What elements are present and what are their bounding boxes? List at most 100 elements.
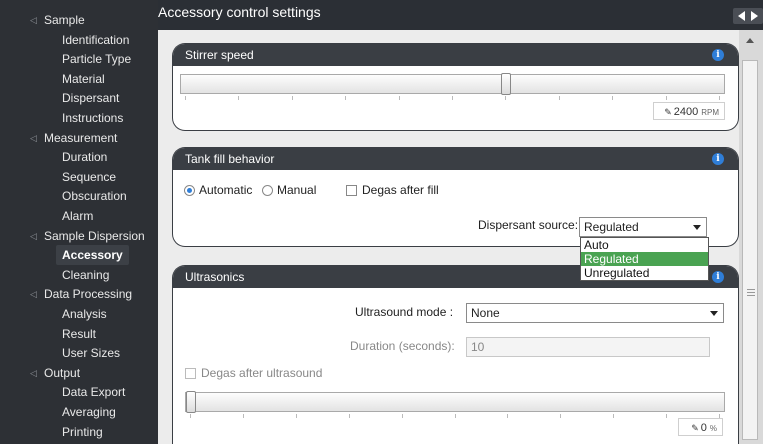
sidebar-item-label: Cleaning — [62, 268, 110, 282]
degas-after-fill-label[interactable]: Degas after fill — [362, 183, 439, 197]
slider-tick — [345, 96, 346, 100]
degas-after-fill-checkbox[interactable] — [346, 185, 357, 196]
ultrasonics-title: Ultrasonics — [185, 270, 245, 284]
ultrasound-power-slider-thumb[interactable] — [186, 391, 196, 413]
stirrer-speed-slider-thumb[interactable] — [501, 73, 511, 95]
sidebar-item-data-export[interactable]: Data Export — [62, 382, 125, 402]
sidebar-item-instructions[interactable]: Instructions — [62, 108, 123, 128]
sidebar: ◁ Sample Identification Particle Type Materi… — [0, 0, 158, 444]
page-title: Accessory control settings — [158, 4, 321, 20]
scrollbar[interactable] — [739, 30, 763, 444]
bullet-icon: ◁ — [30, 368, 37, 378]
sidebar-item-sample[interactable]: ◁ Sample — [30, 10, 85, 30]
ultrasound-power-ticks — [190, 414, 720, 419]
sidebar-item-measurement[interactable]: ◁ Measurement — [30, 128, 118, 148]
sidebar-item-particle-type[interactable]: Particle Type — [62, 49, 131, 69]
sidebar-item-label: Output — [44, 366, 81, 380]
sidebar-item-analysis[interactable]: Analysis — [62, 304, 107, 324]
duration-input[interactable]: 10 — [466, 337, 710, 357]
sidebar-item-user-sizes[interactable]: User Sizes — [62, 343, 120, 363]
degas-after-ultrasound-label[interactable]: Degas after ultrasound — [201, 366, 322, 380]
duration-value: 10 — [471, 340, 485, 354]
slider-tick — [296, 414, 297, 418]
sidebar-item-label: Identification — [62, 33, 130, 47]
slider-tick — [560, 414, 561, 418]
stirrer-speed-ticks — [185, 96, 720, 101]
sidebar-item-label: Data Processing — [44, 287, 133, 301]
sidebar-item-label: Sample — [44, 13, 85, 27]
dropdown-option[interactable]: Regulated — [581, 252, 708, 266]
manual-radio[interactable] — [262, 185, 273, 196]
sidebar-item-label: Sequence — [62, 170, 117, 184]
sidebar-item-label: Analysis — [62, 307, 107, 321]
sidebar-item-label: Accessory — [62, 248, 123, 262]
sidebar-item-material[interactable]: Material — [62, 69, 105, 89]
sidebar-item-accessory[interactable]: Accessory — [56, 245, 129, 265]
forward-arrow-icon[interactable] — [751, 11, 758, 21]
sidebar-item-sequence[interactable]: Sequence — [62, 167, 116, 187]
ultrasound-power-value: 0 — [700, 422, 707, 434]
automatic-label[interactable]: Automatic — [199, 183, 252, 197]
sidebar-item-output[interactable]: ◁ Output — [30, 363, 81, 383]
manual-label[interactable]: Manual — [277, 183, 316, 197]
ultrasound-power-value-box[interactable]: ✎ 0% — [678, 418, 723, 436]
scrollbar-thumb[interactable] — [742, 60, 758, 440]
ultrasound-mode-label: Ultrasound mode : — [355, 305, 454, 319]
ultrasound-power-slider[interactable] — [185, 391, 725, 413]
slider-tick — [185, 96, 186, 100]
tank-fill-title: Tank fill behavior — [185, 152, 275, 166]
sidebar-item-label: Measurement — [44, 131, 118, 145]
sidebar-item-label: Sample Dispersion — [44, 229, 145, 243]
slider-tick — [613, 414, 614, 418]
stirrer-speed-value-box[interactable]: ✎ 2400 RPM — [653, 102, 725, 120]
dispersant-source-select[interactable]: Regulated — [579, 217, 707, 237]
ultrasonics-panel: Ultrasonics i Ultrasound mode : None Dur… — [173, 266, 738, 444]
sidebar-item-duration[interactable]: Duration — [62, 147, 107, 167]
stirrer-speed-slider[interactable] — [180, 73, 725, 95]
sidebar-item-label: Dispersant — [62, 91, 120, 105]
tank-fill-header: Tank fill behavior i — [173, 148, 738, 170]
info-icon[interactable]: i — [712, 271, 724, 283]
slider-tick — [666, 96, 667, 100]
slider-tick — [402, 414, 403, 418]
sidebar-item-cleaning[interactable]: Cleaning — [62, 265, 109, 285]
sidebar-item-label: Instructions — [62, 111, 124, 125]
automatic-radio[interactable] — [184, 185, 195, 196]
info-icon[interactable]: i — [712, 153, 724, 165]
sidebar-item-sample-dispersion[interactable]: ◁ Sample Dispersion — [30, 226, 145, 246]
ultrasound-mode-select[interactable]: None — [466, 303, 724, 323]
sidebar-item-printing[interactable]: Printing — [62, 422, 103, 442]
scroll-up-arrow-icon[interactable] — [746, 38, 754, 43]
sidebar-item-data-processing[interactable]: ◁ Data Processing — [30, 284, 133, 304]
sidebar-item-label: Averaging — [62, 405, 116, 419]
stirrer-speed-title: Stirrer speed — [185, 48, 254, 62]
info-icon[interactable]: i — [712, 49, 724, 61]
sidebar-item-label: User Sizes — [62, 346, 121, 360]
pencil-icon: ✎ — [691, 423, 699, 433]
slider-tick — [238, 96, 239, 100]
app-window: ◁ Sample Identification Particle Type Materi… — [0, 0, 763, 444]
sidebar-item-alarm[interactable]: Alarm — [62, 206, 93, 226]
sidebar-item-averaging[interactable]: Averaging — [62, 402, 116, 422]
degas-after-ultrasound-checkbox[interactable] — [185, 368, 196, 379]
back-arrow-icon[interactable] — [738, 11, 745, 21]
dropdown-option[interactable]: Auto — [581, 238, 708, 252]
stirrer-speed-panel: Stirrer speed i ✎ 2400 RPM — [173, 44, 738, 130]
chevron-down-icon — [693, 225, 701, 230]
sidebar-item-dispersant[interactable]: Dispersant — [62, 88, 119, 108]
slider-tick — [455, 414, 456, 418]
sidebar-item-label: Printing — [62, 425, 103, 439]
bullet-icon: ◁ — [30, 133, 37, 143]
slider-tick — [190, 414, 191, 418]
slider-tick — [719, 96, 720, 100]
slider-tick — [399, 96, 400, 100]
chevron-down-icon — [710, 311, 718, 316]
sidebar-item-obscuration[interactable]: Obscuration — [62, 186, 127, 206]
stirrer-speed-unit: RPM — [701, 108, 719, 117]
sidebar-item-identification[interactable]: Identification — [62, 30, 129, 50]
bullet-icon: ◁ — [30, 289, 37, 299]
slider-tick — [505, 96, 506, 100]
duration-label: Duration (seconds): — [350, 339, 455, 353]
sidebar-item-result[interactable]: Result — [62, 324, 96, 344]
dropdown-option[interactable]: Unregulated — [581, 266, 708, 280]
